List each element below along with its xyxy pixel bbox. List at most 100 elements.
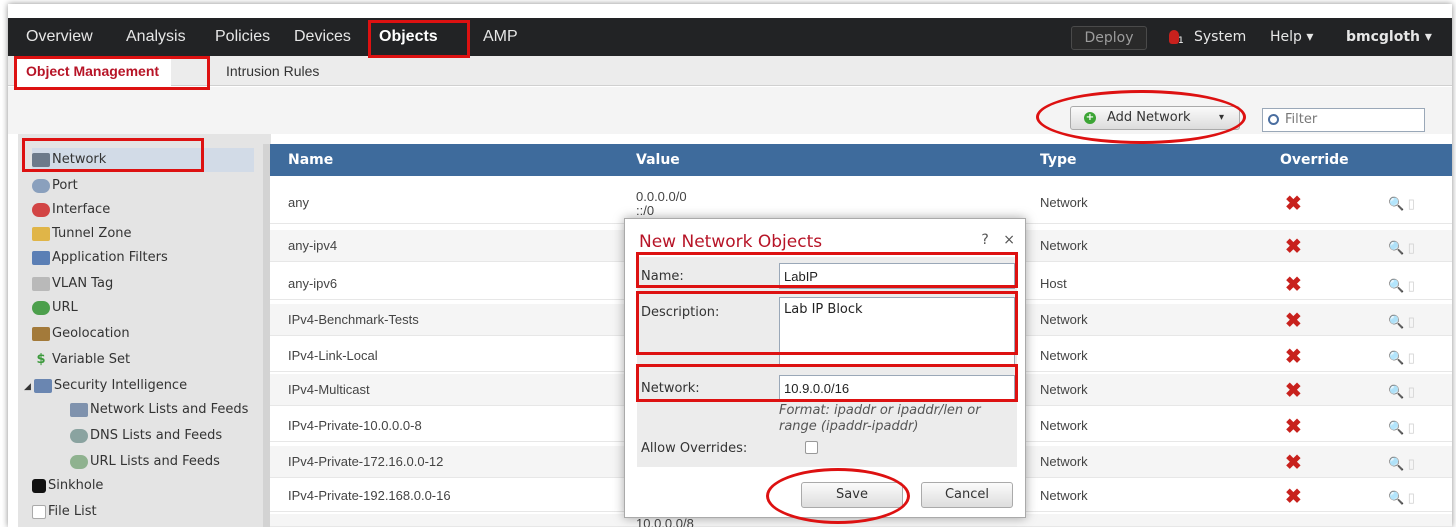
url-lists-icon	[70, 454, 88, 469]
edit-delete-icons[interactable]: 🔍 ▯	[1388, 196, 1415, 212]
sinkhole-icon	[32, 478, 46, 493]
edit-delete-icons[interactable]: 🔍 ▯	[1388, 420, 1415, 436]
highlight-save-button	[766, 468, 910, 524]
sidebar: Network Port Interface Tunnel Zone Appli…	[18, 134, 271, 527]
row-name: IPv4-Benchmark-Tests	[288, 312, 419, 327]
edit-delete-icons[interactable]: 🔍 ▯	[1388, 384, 1415, 400]
sidebar-item-url[interactable]: URL	[32, 296, 78, 320]
sidebar-item-port[interactable]: Port	[32, 174, 78, 198]
highlight-add-network	[1036, 90, 1246, 144]
edit-delete-icons[interactable]: 🔍 ▯	[1388, 314, 1415, 330]
edit-delete-icons[interactable]: 🔍 ▯	[1388, 490, 1415, 506]
sidebar-item-label: URL Lists and Feeds	[90, 454, 220, 469]
sidebar-item-dns-lists[interactable]: DNS Lists and Feeds	[70, 424, 222, 448]
allow-overrides-label: Allow Overrides:	[641, 441, 748, 456]
tab-intrusion-rules[interactable]: Intrusion Rules	[226, 56, 319, 86]
row-name: IPv4-Private-172.16.0.0-12	[288, 454, 444, 469]
row-type: Network	[1040, 382, 1088, 397]
sidebar-item-label: DNS Lists and Feeds	[90, 428, 223, 443]
deploy-button[interactable]: Deploy	[1071, 26, 1147, 50]
filter-input[interactable]: Filter	[1262, 108, 1425, 132]
sidebar-item-label: URL	[52, 300, 78, 315]
system-menu[interactable]: System	[1194, 18, 1246, 56]
override-x-icon: ✖	[1285, 236, 1302, 258]
row-type: Network	[1040, 348, 1088, 363]
edit-delete-icons[interactable]: 🔍 ▯	[1388, 456, 1415, 472]
row-type: Network	[1040, 312, 1088, 327]
sidebar-item-label: Variable Set	[52, 352, 131, 367]
override-x-icon: ✖	[1285, 346, 1302, 368]
row-name: any-ipv4	[288, 238, 338, 253]
nav-overview[interactable]: Overview	[26, 18, 93, 56]
sidebar-item-label: File List	[48, 504, 97, 519]
expand-icon[interactable]: ◢	[24, 382, 31, 392]
sidebar-item-network-lists[interactable]: Network Lists and Feeds	[70, 398, 248, 422]
header-value[interactable]: Value	[636, 144, 680, 176]
sidebar-item-geolocation[interactable]: Geolocation	[32, 322, 130, 346]
sidebar-item-url-lists[interactable]: URL Lists and Feeds	[70, 450, 220, 474]
network-lists-icon	[70, 402, 88, 417]
sidebar-item-tunnel-zone[interactable]: Tunnel Zone	[32, 222, 132, 246]
row-name: IPv4-Private-10.0.0.0-8	[288, 418, 422, 433]
application-filters-icon	[32, 250, 50, 265]
row-type: Network	[1040, 195, 1088, 210]
sidebar-item-label: VLAN Tag	[52, 276, 114, 291]
header-type[interactable]: Type	[1040, 144, 1077, 176]
highlight-name-field	[636, 252, 1018, 288]
secondary-navigation: Object Management Intrusion Rules	[8, 56, 1452, 86]
sidebar-item-vlan-tag[interactable]: VLAN Tag	[32, 272, 113, 296]
user-menu[interactable]: bmcgloth ▾	[1346, 18, 1432, 56]
override-x-icon: ✖	[1285, 452, 1302, 474]
allow-overrides-checkbox[interactable]	[805, 441, 818, 454]
row-type: Host	[1040, 276, 1067, 291]
row-type: Network	[1040, 454, 1088, 469]
edit-delete-icons[interactable]: 🔍 ▯	[1388, 350, 1415, 366]
header-name[interactable]: Name	[288, 144, 333, 176]
nav-devices[interactable]: Devices	[294, 18, 351, 56]
dialog-title: New Network Objects	[639, 232, 823, 252]
sidebar-item-label: Sinkhole	[48, 478, 104, 493]
help-menu[interactable]: Help ▾	[1270, 18, 1313, 56]
row-type: Network	[1040, 238, 1088, 253]
sidebar-item-variable-set[interactable]: $ Variable Set	[32, 348, 130, 372]
format-hint: Format: ipaddr or ipaddr/len or range (i…	[779, 403, 981, 434]
sidebar-item-application-filters[interactable]: Application Filters	[32, 246, 168, 270]
sidebar-item-sinkhole[interactable]: Sinkhole	[32, 474, 103, 498]
highlight-network-field	[636, 364, 1018, 402]
help-icon[interactable]: ?	[981, 232, 988, 248]
interface-icon	[32, 202, 50, 217]
nav-analysis[interactable]: Analysis	[126, 18, 186, 56]
row-name: IPv4-Link-Local	[288, 348, 378, 363]
highlight-objects-tab	[368, 20, 470, 58]
filter-placeholder: Filter	[1285, 112, 1318, 127]
tunnel-zone-icon	[32, 226, 50, 241]
cancel-button[interactable]: Cancel	[921, 482, 1013, 508]
highlight-network-item	[22, 138, 204, 172]
row-name: IPv4-Private-192.168.0.0-16	[288, 488, 451, 503]
sidebar-item-interface[interactable]: Interface	[32, 198, 110, 222]
edit-delete-icons[interactable]: 🔍 ▯	[1388, 278, 1415, 294]
dialog-controls: ? ×	[981, 232, 1015, 248]
override-x-icon: ✖	[1285, 193, 1302, 215]
row-name: any	[288, 195, 309, 210]
nav-policies[interactable]: Policies	[215, 18, 270, 56]
dns-lists-icon	[70, 428, 88, 443]
row-type: Network	[1040, 418, 1088, 433]
sidebar-item-label: Network Lists and Feeds	[90, 402, 249, 417]
override-x-icon: ✖	[1285, 310, 1302, 332]
table-header: Name Value Type Override	[270, 144, 1452, 176]
override-x-icon: ✖	[1285, 486, 1302, 508]
sidebar-item-file-list[interactable]: File List	[32, 500, 97, 524]
close-icon[interactable]: ×	[1003, 232, 1015, 248]
sidebar-item-label: Application Filters	[52, 250, 168, 265]
file-list-icon	[32, 504, 46, 519]
header-override[interactable]: Override	[1280, 144, 1349, 176]
sidebar-item-label: Interface	[52, 202, 111, 217]
row-value: 0.0.0.0/0	[636, 189, 687, 204]
edit-delete-icons[interactable]: 🔍 ▯	[1388, 240, 1415, 256]
nav-amp[interactable]: AMP	[483, 18, 518, 56]
sidebar-item-security-intelligence[interactable]: ◢ Security Intelligence	[24, 374, 187, 398]
alert-icon[interactable]: 1	[1169, 30, 1184, 46]
override-x-icon: ✖	[1285, 416, 1302, 438]
override-x-icon: ✖	[1285, 274, 1302, 296]
